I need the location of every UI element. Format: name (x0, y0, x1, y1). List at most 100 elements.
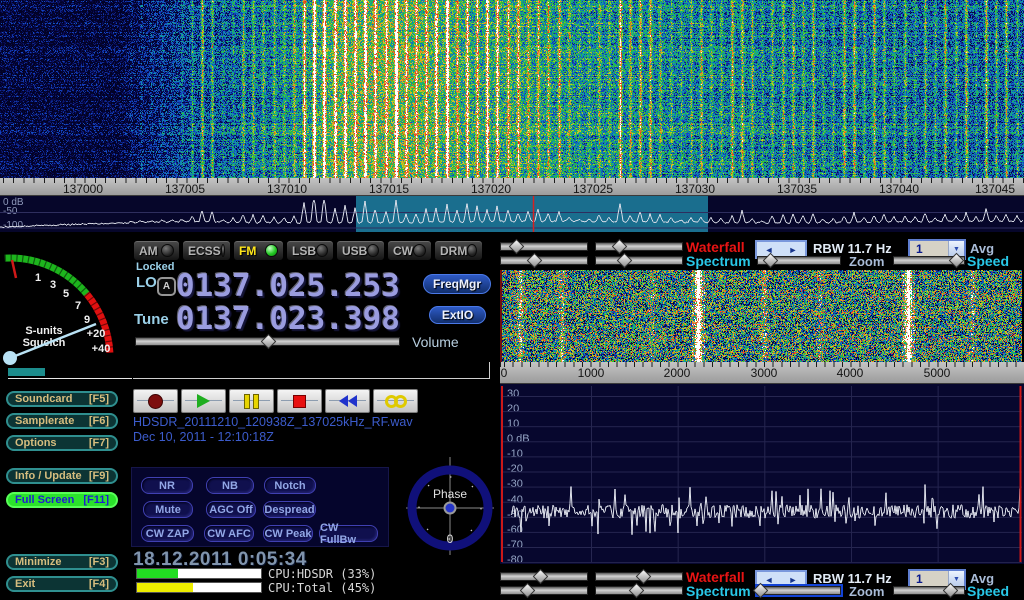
mode-button-drm[interactable]: DRM (434, 240, 483, 261)
stop-icon (293, 395, 306, 408)
button-label: Full Screen (15, 494, 74, 506)
spinner-right-arrow-icon[interactable]: ► (781, 572, 805, 587)
phase-dial[interactable]: Phase 0 (404, 455, 496, 557)
slider-thumb[interactable] (948, 253, 964, 269)
mode-button-cw[interactable]: CW (387, 240, 432, 261)
tune-label: Tune (134, 311, 169, 328)
speed-slider[interactable] (893, 586, 965, 595)
audio-waterfall-panel[interactable] (500, 270, 1024, 362)
waterfall-upper-slider[interactable] (500, 572, 588, 581)
squelch-track[interactable] (8, 378, 132, 379)
mode-button-fm[interactable]: FM (233, 240, 284, 261)
button-label: Samplerate (15, 415, 74, 427)
minimize-button[interactable]: Minimize[F3] (6, 554, 118, 570)
tune-frequency-digits[interactable]: 0137.023.398 (176, 301, 400, 337)
phase-zero-label: 0 (447, 532, 454, 546)
freq-tick-label: 137015 (359, 182, 419, 196)
extio-button[interactable]: ExtIO (429, 306, 486, 324)
audio-spectrum-trace[interactable] (500, 384, 1024, 564)
button-label: Info / Update (15, 470, 82, 482)
zoom-slider[interactable] (757, 256, 841, 265)
mode-label: CW (393, 244, 413, 258)
mode-label: FM (239, 244, 256, 258)
info-update-button[interactable]: Info / Update[F9] (6, 468, 118, 484)
spectrum-upper-slider[interactable] (500, 256, 588, 265)
freq-tick-label: 137025 (563, 182, 623, 196)
s-meter[interactable]: 1 3 5 7 9 +20 +40 S-units Squelch (0, 238, 130, 370)
waterfall-lower-slider[interactable] (595, 572, 683, 581)
slider-thumb[interactable] (520, 583, 536, 599)
notch-button[interactable]: Notch (264, 477, 316, 494)
slider-thumb[interactable] (617, 253, 633, 269)
freq-tick-label: 137045 (965, 182, 1024, 196)
waterfall-upper-slider[interactable] (500, 242, 588, 251)
exit-button[interactable]: Exit[F4] (6, 576, 118, 592)
rewind-button[interactable] (325, 389, 370, 413)
samplerate-button[interactable]: Samplerate[F6] (6, 413, 118, 429)
speed-slider[interactable] (893, 256, 965, 265)
mute-button[interactable]: Mute (143, 501, 193, 518)
slider-thumb[interactable] (526, 253, 542, 269)
freq-tick-label: 3000 (734, 366, 794, 380)
main-spectrum-trace[interactable] (0, 196, 1024, 232)
audio-waterfall[interactable] (502, 270, 1022, 362)
pause-button[interactable] (229, 389, 274, 413)
slider-thumb[interactable] (636, 569, 652, 585)
s-meter-tick-label: 5 (63, 288, 69, 300)
audio-spectrum-panel[interactable]: 30 20 10 0 dB -10 -20 -30 -40 -50 -60 -7… (500, 384, 1024, 564)
mode-button-am[interactable]: AM (133, 240, 180, 261)
full-screen-button[interactable]: Full Screen[F11] (6, 492, 118, 508)
display-controls-top: Waterfall ◄ ► RBW 11.7 Hz 1 ▼ Avg Spectr… (500, 241, 1024, 271)
slider-thumb[interactable] (260, 334, 276, 350)
main-waterfall[interactable] (0, 0, 1024, 178)
slider-thumb[interactable] (612, 239, 628, 255)
loop-button[interactable] (373, 389, 418, 413)
dsp-panel: NR NB Notch Mute AGC Off Despread CW ZAP… (131, 467, 389, 547)
lo-frequency-digits[interactable]: 0137.025.253 (176, 268, 400, 304)
spectrum-lower-slider[interactable] (595, 586, 683, 595)
freq-tick-label: 137005 (155, 182, 215, 196)
squelch-level-bar[interactable] (8, 368, 45, 376)
slider-thumb[interactable] (532, 569, 548, 585)
record-button[interactable] (133, 389, 178, 413)
slider-thumb[interactable] (629, 583, 645, 599)
slider-thumb[interactable] (943, 583, 959, 599)
freqmgr-button[interactable]: FreqMgr (423, 274, 491, 294)
lo-auto-badge[interactable]: A (157, 277, 176, 296)
spectrum-lower-slider[interactable] (595, 256, 683, 265)
spinner-right-arrow-icon[interactable]: ► (781, 242, 805, 257)
mode-button-usb[interactable]: USB (336, 240, 385, 261)
record-icon (148, 394, 163, 409)
zoom-slider[interactable] (757, 586, 841, 595)
slider-thumb[interactable] (509, 239, 525, 255)
waterfall-lower-slider[interactable] (595, 242, 683, 251)
nb-button[interactable]: NB (206, 477, 254, 494)
nr-button[interactable]: NR (141, 477, 193, 494)
freq-tick-label: 5000 (907, 366, 967, 380)
stop-button[interactable] (277, 389, 322, 413)
cpu-total-label: CPU:Total (45%) (268, 581, 376, 595)
zoom-label: Zoom (849, 584, 884, 599)
slider-thumb[interactable] (763, 253, 779, 269)
phase-title: Phase (433, 487, 467, 501)
audio-frequency-scale[interactable]: 0 1000 2000 3000 4000 5000 (500, 362, 1024, 384)
spectrum-upper-slider[interactable] (500, 586, 588, 595)
despread-button[interactable]: Despread (263, 501, 316, 518)
main-frequency-scale[interactable]: 137000 137005 137010 137015 137020 13702… (0, 178, 1024, 196)
soundcard-button[interactable]: Soundcard[F5] (6, 391, 118, 407)
options-button[interactable]: Options[F7] (6, 435, 118, 451)
mode-button-ecss[interactable]: ECSS (182, 240, 231, 261)
cw-zap-button[interactable]: CW ZAP (141, 525, 194, 542)
mode-led-icon (221, 244, 225, 257)
freq-tick-label: 1000 (561, 366, 621, 380)
play-button[interactable] (181, 389, 226, 413)
mode-button-lsb[interactable]: LSB (286, 240, 334, 261)
volume-slider[interactable] (135, 337, 400, 346)
cw-peak-button[interactable]: CW Peak (263, 525, 313, 542)
freq-tick-label: 137010 (257, 182, 317, 196)
cw-fullbw-button[interactable]: CW FullBw (319, 525, 378, 542)
cw-afc-button[interactable]: CW AFC (204, 525, 254, 542)
mode-led-icon (265, 244, 278, 257)
button-hotkey: [F4] (89, 578, 109, 590)
agc-off-button[interactable]: AGC Off (206, 501, 256, 518)
